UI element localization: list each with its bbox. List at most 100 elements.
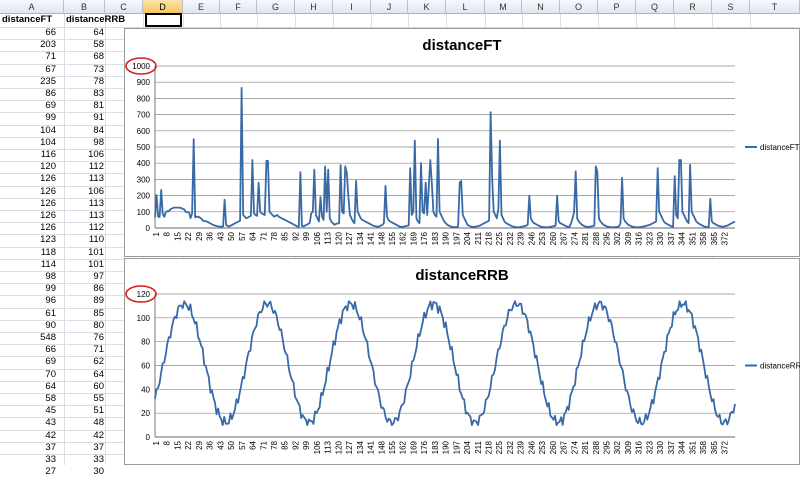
series-line-distanceFT [154, 87, 736, 229]
x-tick-label: 260 [549, 440, 558, 454]
column-header-M[interactable]: M [485, 0, 522, 14]
x-tick-label: 239 [517, 231, 526, 245]
y-tick-label: 120 [137, 290, 151, 299]
y-tick-label: 80 [141, 338, 150, 347]
column-header-E[interactable]: E [183, 0, 220, 14]
column-header-D[interactable]: D [143, 0, 183, 14]
y-tick-label: 20 [141, 409, 150, 418]
x-tick-label: 246 [527, 231, 536, 245]
column-header-A[interactable]: A [0, 0, 64, 14]
legend-label: distanceFT [760, 143, 800, 152]
x-tick-label: 120 [334, 231, 343, 245]
y-tick-label: 0 [146, 433, 151, 442]
x-tick-label: 274 [570, 231, 579, 245]
x-tick-label: 323 [645, 440, 654, 454]
column-header-P[interactable]: P [598, 0, 636, 14]
x-tick-label: 155 [388, 440, 397, 454]
x-tick-label: 22 [184, 440, 193, 449]
column-header-F[interactable]: F [220, 0, 257, 14]
y-tick-label: 100 [137, 314, 151, 323]
cell-distanceRRB[interactable]: 30 [66, 465, 104, 479]
x-tick-label: 1 [152, 231, 161, 236]
x-tick-label: 225 [495, 440, 504, 454]
x-tick-label: 337 [667, 440, 676, 454]
x-tick-label: 155 [388, 231, 397, 245]
active-cell-D1[interactable] [145, 13, 182, 27]
x-tick-label: 351 [688, 440, 697, 454]
x-tick-label: 344 [678, 440, 687, 454]
chart-plot-distanceRRB: 0204060801001201 8 15 22 29 36 43 50 57 64 71 78 85 9… [125, 285, 800, 454]
x-tick-label: 330 [656, 440, 665, 454]
x-tick-label: 148 [377, 231, 386, 245]
x-tick-label: 113 [324, 440, 333, 453]
y-tick-label: 800 [137, 94, 151, 103]
column-header-N[interactable]: N [522, 0, 560, 14]
series-line-distanceRRB [154, 300, 736, 426]
column-header-I[interactable]: I [333, 0, 371, 14]
column-header-S[interactable]: S [712, 0, 750, 14]
column-header-T[interactable]: T [750, 0, 800, 14]
chart-distanceFT[interactable]: distanceFT 0 100 200 300 400 500 600 700 800 900 1… [124, 28, 800, 257]
x-tick-label: 358 [699, 231, 708, 245]
column-header-R[interactable]: R [674, 0, 712, 14]
x-tick-label: 15 [173, 231, 182, 240]
x-tick-label: 288 [592, 231, 601, 245]
y-tick-label: 400 [137, 159, 151, 168]
x-tick-label: 281 [581, 231, 590, 245]
x-tick-label: 134 [356, 440, 365, 454]
x-tick-label: 253 [538, 440, 547, 454]
column-header-C[interactable]: C [105, 0, 143, 14]
x-tick-label: 92 [291, 440, 300, 449]
x-tick-label: 239 [517, 440, 526, 454]
y-tick-label: 300 [137, 175, 151, 184]
x-tick-label: 351 [688, 231, 697, 245]
y-tick-label: 600 [137, 127, 151, 136]
column-header-L[interactable]: L [446, 0, 485, 14]
y-tick-label: 60 [141, 362, 150, 371]
x-tick-label: 183 [431, 231, 440, 245]
column-gridline [105, 14, 106, 465]
column-header-K[interactable]: K [408, 0, 446, 14]
x-tick-label: 302 [613, 231, 622, 245]
x-tick-label: 29 [195, 231, 204, 240]
x-tick-label: 127 [345, 440, 354, 454]
x-tick-label: 1 [152, 440, 161, 445]
x-tick-label: 225 [495, 231, 504, 245]
x-tick-label: 295 [603, 440, 612, 454]
x-tick-label: 99 [302, 231, 311, 240]
x-tick-label: 316 [635, 440, 644, 454]
x-tick-label: 169 [409, 231, 418, 245]
x-tick-label: 8 [163, 231, 172, 236]
x-tick-label: 85 [281, 440, 290, 449]
x-tick-label: 36 [206, 231, 215, 240]
column-header-G[interactable]: G [257, 0, 295, 14]
cell-distanceFT[interactable]: 27 [2, 465, 56, 479]
x-tick-label: 15 [173, 440, 182, 449]
x-tick-label: 372 [720, 440, 729, 454]
x-tick-label: 64 [249, 440, 258, 449]
column-gridline [64, 14, 65, 465]
x-tick-label: 64 [249, 231, 258, 240]
header-cell-distanceFT[interactable]: distanceFT [2, 13, 64, 27]
x-tick-label: 141 [367, 231, 376, 245]
x-tick-label: 8 [163, 440, 172, 445]
y-tick-label: 1000 [132, 62, 150, 71]
x-tick-label: 169 [409, 440, 418, 454]
column-header-O[interactable]: O [560, 0, 598, 14]
header-cell-distanceRRB[interactable]: distanceRRB [66, 13, 125, 27]
x-tick-label: 358 [699, 440, 708, 454]
x-tick-label: 197 [452, 231, 461, 245]
x-tick-label: 106 [313, 440, 322, 454]
chart-distanceRRB[interactable]: distanceRRB 0 20 40 60 80 100 120 1 8 15 22 29 36 43 5… [124, 258, 800, 465]
x-tick-label: 50 [227, 231, 236, 240]
x-tick-label: 232 [506, 440, 515, 454]
column-header-J[interactable]: J [371, 0, 408, 14]
column-header-B[interactable]: B [64, 0, 105, 14]
x-tick-label: 78 [270, 440, 279, 449]
x-tick-label: 330 [656, 231, 665, 245]
x-tick-label: 29 [195, 440, 204, 449]
column-header-Q[interactable]: Q [636, 0, 674, 14]
x-tick-label: 365 [710, 231, 719, 245]
x-tick-label: 302 [613, 440, 622, 454]
column-header-H[interactable]: H [295, 0, 333, 14]
